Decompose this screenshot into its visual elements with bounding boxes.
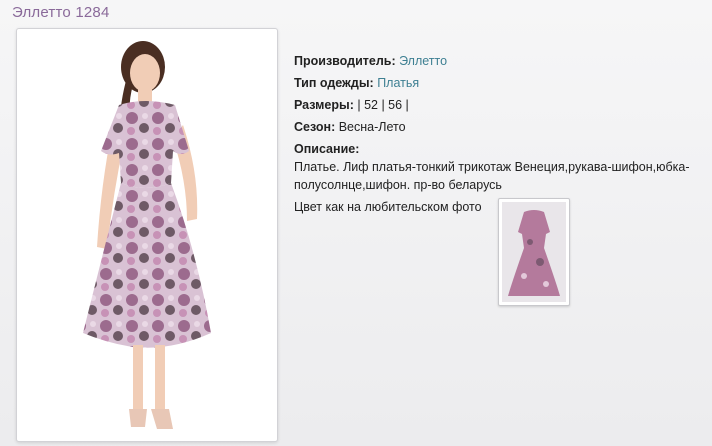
product-attributes: Производитель: Эллетто Тип одежды: Плать… xyxy=(294,50,447,160)
manufacturer-label: Производитель: xyxy=(294,54,396,68)
description-text: Платье. Лиф платья-тонкий трикотаж Венец… xyxy=(294,160,690,192)
season-row: Сезон: Весна-Лето xyxy=(294,116,447,138)
clothing-type-label: Тип одежды: xyxy=(294,76,374,90)
product-title: Эллетто 1284 xyxy=(12,4,110,21)
dress-thumbnail-image xyxy=(502,202,566,302)
season-value: Весна-Лето xyxy=(338,120,406,134)
amateur-photo-thumbnail[interactable] xyxy=(498,198,570,306)
clothing-type-row: Тип одежды: Платья xyxy=(294,72,447,94)
season-label: Сезон: xyxy=(294,120,336,134)
photo-note: Цвет как на любительском фото xyxy=(294,200,482,214)
main-product-photo[interactable] xyxy=(16,28,278,442)
dress-model-image xyxy=(83,41,211,429)
description-label: Описание: xyxy=(294,142,360,156)
manufacturer-row: Производитель: Эллетто xyxy=(294,50,447,72)
sizes-value: | 52 | 56 | xyxy=(357,98,409,112)
sizes-label: Размеры: xyxy=(294,98,354,112)
clothing-type-link[interactable]: Платья xyxy=(377,76,419,90)
manufacturer-link[interactable]: Эллетто xyxy=(399,54,447,68)
description-heading-row: Описание: xyxy=(294,138,447,160)
sizes-row: Размеры: | 52 | 56 | xyxy=(294,94,447,116)
